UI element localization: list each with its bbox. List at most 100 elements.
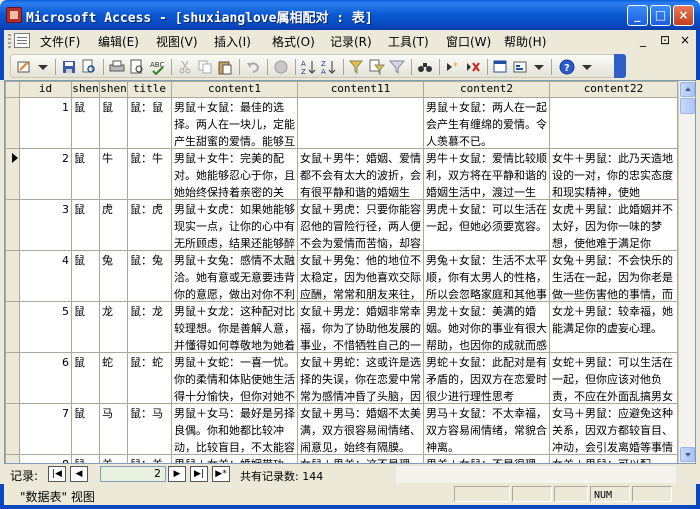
hyperlink-icon[interactable]	[273, 59, 289, 75]
cell-content22[interactable]: 女羊＋男鼠：可以配	[549, 454, 678, 463]
cell-shen2[interactable]: 马	[99, 403, 128, 455]
cell-content11[interactable]: 女鼠＋男兔：他的地位不太稳定，因为他喜欢交际应酬，常常和朋友来往，若男不学好	[297, 250, 424, 302]
record-number-input[interactable]: 2	[100, 466, 166, 482]
save-icon[interactable]	[61, 59, 77, 75]
scroll-thumb[interactable]	[680, 98, 695, 114]
previous-record-button[interactable]: ◀	[70, 466, 88, 482]
paste-icon[interactable]	[217, 59, 233, 75]
cell-content22[interactable]: 女虎＋男鼠：此婚姻并不太好，因为你一味的梦想，使他难于满足你	[549, 199, 678, 251]
cell-title[interactable]: 鼠：牛	[127, 148, 172, 200]
menu-tools[interactable]: 工具(T)	[388, 33, 429, 50]
row-selector[interactable]	[5, 403, 20, 455]
cell-title[interactable]: 鼠：羊	[127, 454, 172, 463]
undo-icon[interactable]	[245, 59, 261, 75]
menu-insert[interactable]: 插入(I)	[214, 33, 251, 50]
filter-form-icon[interactable]	[369, 59, 385, 75]
cell-content2[interactable]: 男马＋女鼠：不太幸福，双方容易闹情绪，常貌合神离。	[423, 403, 550, 455]
delete-record-icon[interactable]	[465, 59, 481, 75]
menubar-grip[interactable]	[8, 34, 11, 48]
column-header-id[interactable]: id	[19, 81, 72, 98]
cell-content11[interactable]: 女鼠＋男蛇：这或许是选择的失误，你在恋爱中常常为感情冲昏了头脑，因此容易受到	[297, 352, 424, 404]
menu-records[interactable]: 记录(R)	[330, 33, 372, 50]
access-app-icon[interactable]	[6, 7, 22, 23]
sort-descending-icon[interactable]: ZA	[321, 59, 337, 75]
cell-content2[interactable]: 男兔＋女鼠：生活不太平顺，你有太男人的性格，所以会忽略家庭和其他事情	[423, 250, 550, 302]
cell-content1[interactable]: 男鼠＋女蛇：一喜一忧。你的柔情和体贴使她生活得十分愉快，但你对她不会有过多的	[171, 352, 298, 404]
cell-content2[interactable]: 男虎＋女鼠：可以生活在一起，但她必须要宽容。	[423, 199, 550, 251]
cell-id[interactable]: 7	[19, 403, 72, 455]
cell-id[interactable]: 6	[19, 352, 72, 404]
cell-content1[interactable]: 男鼠＋女兔：感情不太融洽。她有意或无意要违背你的意愿，做出对你不利之事，若要	[171, 250, 298, 302]
cell-shen1[interactable]: 鼠	[71, 301, 100, 353]
new-object-icon[interactable]	[513, 59, 529, 75]
print-preview-icon[interactable]	[129, 59, 145, 75]
column-header-content2[interactable]: content2	[423, 81, 550, 98]
cell-shen1[interactable]: 鼠	[71, 352, 100, 404]
cell-content1[interactable]: 男鼠＋女牛：完美的配对。她能够忍心于你，且她始终保持着亲密的关系，使你放松警惕	[171, 148, 298, 200]
cell-content22[interactable]: 女蛇＋男鼠：可以生活在一起，但你应该对他负责，不应在外面乱搞男女关系	[549, 352, 678, 404]
row-selector[interactable]	[5, 199, 20, 251]
row-selector[interactable]	[5, 454, 20, 463]
toolbar-options-chevron[interactable]	[614, 54, 626, 78]
cell-shen2[interactable]: 虎	[99, 199, 128, 251]
cell-content2[interactable]: 男羊＋女鼠：不是很理	[423, 454, 550, 463]
doc-minimize-button[interactable]: _	[640, 33, 646, 47]
apply-filter-icon[interactable]	[389, 59, 405, 75]
menu-file[interactable]: 文件(F)	[40, 33, 80, 50]
row-selector[interactable]	[5, 148, 20, 200]
help-dropdown-icon[interactable]	[579, 59, 595, 75]
cell-content2[interactable]: 男龙＋女鼠：美满的婚姻。她对你的事业有很大帮助，也因你的成就而感到骄傲	[423, 301, 550, 353]
cell-content2[interactable]: 男牛＋女鼠：爱情比较顺利，双方将在平静和谐的婚姻生活中，渡过一生	[423, 148, 550, 200]
new-object-dropdown-icon[interactable]	[531, 59, 547, 75]
cell-content1[interactable]: 男鼠＋女鼠：最佳的选择。两人在一块儿，定能产生甜蜜的爱情。能够互相理解对方的	[171, 97, 298, 149]
row-selector[interactable]	[5, 97, 20, 149]
column-header-title[interactable]: title	[127, 81, 172, 98]
cell-content1[interactable]: 男鼠＋女龙：这种配对比较理想。你是善解人意，并懂得如何尊敬地为她着想，她也能	[171, 301, 298, 353]
menu-view[interactable]: 视图(V)	[156, 33, 198, 50]
cell-id[interactable]: 1	[19, 97, 72, 149]
cell-content11[interactable]: 女鼠＋男马：婚姻不太美满，双方很容易闹情绪、闹意见，始终有隔膜。	[297, 403, 424, 455]
filter-selection-icon[interactable]	[349, 59, 365, 75]
cell-content1[interactable]: 男鼠＋女羊：婚姻带功	[171, 454, 298, 463]
cell-shen1[interactable]: 鼠	[71, 97, 100, 149]
scroll-down-arrow-icon[interactable]	[680, 447, 695, 462]
cell-content1[interactable]: 男鼠＋女虎：如果她能够现实一点，让你的心中有无所顾虑，结果还能够醉恶原谅你	[171, 199, 298, 251]
cell-title[interactable]: 鼠：兔	[127, 250, 172, 302]
database-window-icon[interactable]	[493, 59, 509, 75]
last-record-button[interactable]: ▶|	[190, 466, 208, 482]
sort-ascending-icon[interactable]: AZ	[301, 59, 317, 75]
cell-title[interactable]: 鼠：马	[127, 403, 172, 455]
close-button[interactable]: ×	[673, 5, 694, 26]
menu-edit[interactable]: 编辑(E)	[98, 33, 139, 50]
cell-shen2[interactable]: 牛	[99, 148, 128, 200]
cell-content22[interactable]: 女牛＋男鼠：此乃天造地设的一对，你的忠实态度和现实精神，使她	[549, 148, 678, 200]
find-icon[interactable]	[417, 59, 433, 75]
vertical-scrollbar[interactable]	[678, 81, 695, 463]
column-header-content22[interactable]: content22	[549, 81, 678, 98]
cell-content11[interactable]: 女鼠＋男虎：只要你能容忍他的冒险行径，两人便不会为爱情而苦恼，却容忍宽容为他欢来	[297, 199, 424, 251]
row-selector[interactable]	[5, 301, 20, 353]
doc-restore-button[interactable]: ⊡	[660, 33, 670, 47]
help-icon[interactable]: ?	[559, 59, 575, 75]
next-record-button[interactable]: ▶	[168, 466, 186, 482]
cell-content1[interactable]: 男鼠＋女马：最好是另择良偶。你和她都比较冲动，比较盲目，不太能容忍对方	[171, 403, 298, 455]
cell-content11[interactable]: 女鼠＋男龙：婚姻非常幸福，你为了协助他发展的事业，不惜牺牲自己的一切	[297, 301, 424, 353]
cell-content11[interactable]	[297, 97, 424, 149]
column-header-content1[interactable]: content1	[171, 81, 298, 98]
cell-id[interactable]: 8	[19, 454, 72, 463]
column-header-content11[interactable]: content11	[297, 81, 424, 98]
cell-title[interactable]: 鼠：蛇	[127, 352, 172, 404]
maximize-button[interactable]: □	[650, 5, 671, 26]
view-icon[interactable]	[17, 59, 33, 75]
row-selector[interactable]	[5, 352, 20, 404]
cell-shen2[interactable]: 羊	[99, 454, 128, 463]
cell-shen1[interactable]: 鼠	[71, 199, 100, 251]
cell-shen2[interactable]: 兔	[99, 250, 128, 302]
cell-title[interactable]: 鼠：龙	[127, 301, 172, 353]
cell-title[interactable]: 鼠：虎	[127, 199, 172, 251]
table-document-icon[interactable]	[14, 33, 30, 48]
cell-content22[interactable]: 女兔＋男鼠：不会快乐的生活在一起，因为你老是做一些伤害他的事情，而以后	[549, 250, 678, 302]
first-record-button[interactable]: |◀	[48, 466, 66, 482]
print-icon[interactable]	[109, 59, 125, 75]
cell-shen2[interactable]: 蛇	[99, 352, 128, 404]
